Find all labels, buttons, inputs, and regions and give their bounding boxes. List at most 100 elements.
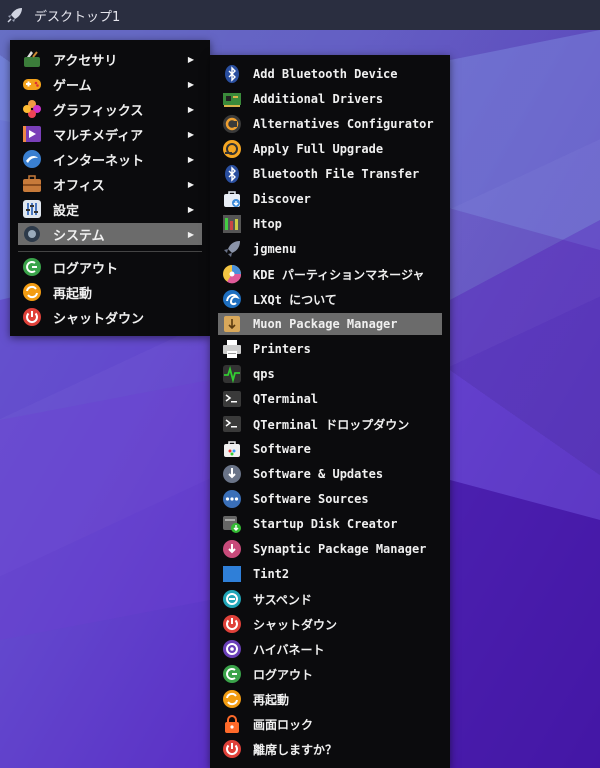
- submenu-arrow-icon: ▶: [187, 104, 194, 114]
- graphics-icon: [21, 98, 43, 120]
- synaptic-icon: [221, 538, 243, 560]
- logout-icon: [21, 256, 43, 278]
- submenu-item-label: ハイバネート: [253, 642, 325, 657]
- submenu-item-label: QTerminal: [253, 392, 319, 406]
- submenu-item-label: 再起動: [253, 692, 290, 707]
- submenu-item-leave[interactable]: 離席しますか？: [218, 738, 442, 760]
- submenu-item-label: Software: [253, 442, 311, 456]
- menu-item-label: オフィス: [53, 178, 105, 194]
- submenu-item-reboot[interactable]: 再起動: [218, 688, 442, 710]
- suspend-icon: [221, 588, 243, 610]
- software-icon: [221, 438, 243, 460]
- submenu-item-hibernate[interactable]: ハイバネート: [218, 638, 442, 660]
- internet-icon: [21, 148, 43, 170]
- menu-item-label: シャットダウン: [53, 311, 145, 327]
- submenu-item-bluetooth-file-transfer[interactable]: Bluetooth File Transfer: [218, 163, 442, 185]
- menu-item-label: 再起動: [53, 286, 93, 302]
- submenu-item-kde-partition-manager[interactable]: KDE パーティションマネージャ: [218, 263, 442, 285]
- submenu-item-label: ログアウト: [253, 667, 314, 682]
- tint2-icon: [221, 563, 243, 585]
- menu-item-internet[interactable]: インターネット ▶: [18, 148, 202, 170]
- submenu-item-label: Printers: [253, 342, 311, 356]
- upgrade-icon: [221, 138, 243, 160]
- menu-item-label: システム: [53, 228, 105, 244]
- submenu-item-label: Add Bluetooth Device: [253, 67, 398, 81]
- submenu-item-muon-package-manager[interactable]: Muon Package Manager: [218, 313, 442, 335]
- menu-item-logout[interactable]: ログアウト: [18, 256, 202, 278]
- submenu-item-label: LXQt について: [253, 292, 337, 307]
- desktop-label[interactable]: デスクトップ1: [34, 6, 120, 25]
- terminal-icon: [221, 388, 243, 410]
- software-sources-icon: [221, 488, 243, 510]
- submenu-arrow-icon: ▶: [187, 79, 194, 89]
- submenu-item-software-sources[interactable]: Software Sources: [218, 488, 442, 510]
- submenu-item-suspend[interactable]: サスペンド: [218, 588, 442, 610]
- menu-item-settings[interactable]: 設定 ▶: [18, 198, 202, 220]
- menu-item-reboot[interactable]: 再起動: [18, 281, 202, 303]
- submenu-item-discover[interactable]: Discover: [218, 188, 442, 210]
- submenu-item-label: Startup Disk Creator: [253, 517, 398, 531]
- submenu-item-label: シャットダウン: [253, 617, 338, 632]
- menu-item-office[interactable]: オフィス ▶: [18, 173, 202, 195]
- menu-item-accessories[interactable]: アクセサリ ▶: [18, 48, 202, 70]
- submenu-item-label: Discover: [253, 192, 311, 206]
- menu-item-multimedia[interactable]: マルチメディア ▶: [18, 123, 202, 145]
- menu-item-shutdown[interactable]: シャットダウン: [18, 306, 202, 328]
- submenu-item-tint2[interactable]: Tint2: [218, 563, 442, 585]
- submenu-item-synaptic-package-manager[interactable]: Synaptic Package Manager: [218, 538, 442, 560]
- submenu-arrow-icon: ▶: [187, 229, 194, 239]
- system-submenu: Add Bluetooth Device Additional Drivers …: [210, 55, 450, 768]
- menu-item-label: グラフィックス: [53, 103, 144, 119]
- submenu-item-additional-drivers[interactable]: Additional Drivers: [218, 88, 442, 110]
- discover-icon: [221, 188, 243, 210]
- submenu-item-qps[interactable]: qps: [218, 363, 442, 385]
- submenu-item-printers[interactable]: Printers: [218, 338, 442, 360]
- submenu-item-lock-screen[interactable]: 画面ロック: [218, 713, 442, 735]
- submenu-item-alternatives-configurator[interactable]: Alternatives Configurator: [218, 113, 442, 135]
- submenu-item-label: サスペンド: [253, 592, 312, 607]
- submenu-arrow-icon: ▶: [187, 54, 194, 64]
- shutdown-icon: [21, 306, 43, 328]
- submenu-item-label: 離席しますか？: [253, 742, 338, 757]
- software-updates-icon: [221, 463, 243, 485]
- submenu-item-label: Muon Package Manager: [253, 317, 398, 331]
- menu-item-label: ログアウト: [53, 261, 119, 277]
- drivers-card-icon: [221, 88, 243, 110]
- submenu-item-label: Software Sources: [253, 492, 369, 506]
- submenu-item-label: 画面ロック: [253, 717, 314, 732]
- qps-icon: [221, 363, 243, 385]
- taskbar: デスクトップ1: [0, 0, 600, 30]
- startup-disk-icon: [221, 513, 243, 535]
- submenu-item-about-lxqt[interactable]: LXQt について: [218, 288, 442, 310]
- menu-item-label: ゲーム: [53, 78, 92, 94]
- submenu-item-label: Bluetooth File Transfer: [253, 167, 420, 181]
- multimedia-icon: [21, 123, 43, 145]
- menu-launcher-button[interactable]: [0, 0, 30, 30]
- submenu-item-label: KDE パーティションマネージャ: [253, 267, 425, 282]
- submenu-item-label: Additional Drivers: [253, 92, 384, 106]
- system-icon: [21, 223, 43, 245]
- submenu-item-add-bluetooth-device[interactable]: Add Bluetooth Device: [218, 63, 442, 85]
- rocket-icon: [7, 8, 22, 23]
- submenu-item-jgmenu[interactable]: jgmenu: [218, 238, 442, 260]
- submenu-item-startup-disk-creator[interactable]: Startup Disk Creator: [218, 513, 442, 535]
- submenu-item-label: Synaptic Package Manager: [253, 542, 427, 556]
- submenu-item-label: jgmenu: [253, 242, 297, 256]
- submenu-item-htop[interactable]: Htop: [218, 213, 442, 235]
- submenu-item-apply-full-upgrade[interactable]: Apply Full Upgrade: [218, 138, 442, 160]
- reboot-icon: [221, 688, 243, 710]
- partition-manager-icon: [221, 263, 243, 285]
- games-icon: [21, 73, 43, 95]
- submenu-item-software[interactable]: Software: [218, 438, 442, 460]
- submenu-item-qterminal[interactable]: QTerminal: [218, 388, 442, 410]
- submenu-item-qterminal-dropdown[interactable]: QTerminal ドロップダウン: [218, 413, 442, 435]
- menu-item-games[interactable]: ゲーム ▶: [18, 73, 202, 95]
- bluetooth-icon: [221, 163, 243, 185]
- reboot-icon: [21, 281, 43, 303]
- menu-item-graphics[interactable]: グラフィックス ▶: [18, 98, 202, 120]
- settings-icon: [21, 198, 43, 220]
- submenu-item-shutdown[interactable]: シャットダウン: [218, 613, 442, 635]
- menu-item-system[interactable]: システム ▶: [18, 223, 202, 245]
- submenu-item-software-updates[interactable]: Software & Updates: [218, 463, 442, 485]
- submenu-item-logout[interactable]: ログアウト: [218, 663, 442, 685]
